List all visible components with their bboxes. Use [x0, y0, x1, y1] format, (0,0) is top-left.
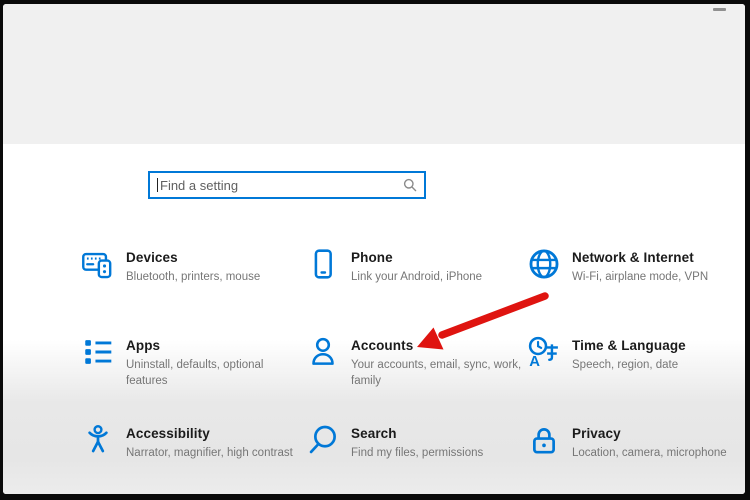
tile-privacy[interactable]: Privacy Location, camera, microphone	[527, 426, 745, 461]
tile-subtitle: Speech, region, date	[572, 357, 745, 373]
tile-subtitle: Location, camera, microphone	[572, 445, 745, 461]
tile-title: Accounts	[351, 338, 529, 354]
tile-title: Devices	[126, 250, 304, 266]
apps-list-icon	[81, 335, 115, 369]
tile-time-language[interactable]: A Time & Language Speech, region, date	[527, 338, 745, 373]
accessibility-person-icon	[81, 423, 115, 457]
tile-accounts[interactable]: Accounts Your accounts, email, sync, wor…	[306, 338, 529, 389]
tile-subtitle: Wi-Fi, airplane mode, VPN	[572, 269, 745, 285]
search-magnifier-icon	[306, 423, 340, 457]
tile-subtitle: Uninstall, defaults, optional features	[126, 357, 304, 389]
devices-icon	[81, 247, 115, 281]
settings-window: Devices Bluetooth, printers, mouse Phone…	[3, 4, 745, 494]
tile-devices[interactable]: Devices Bluetooth, printers, mouse	[81, 250, 304, 285]
tile-subtitle: Narrator, magnifier, high contrast	[126, 445, 304, 461]
tile-network-internet[interactable]: Network & Internet Wi-Fi, airplane mode,…	[527, 250, 745, 285]
tile-subtitle: Link your Android, iPhone	[351, 269, 529, 285]
privacy-lock-icon	[527, 423, 561, 457]
tile-title: Apps	[126, 338, 304, 354]
tile-title: Search	[351, 426, 529, 442]
tile-phone[interactable]: Phone Link your Android, iPhone	[306, 250, 529, 285]
tile-accessibility[interactable]: Accessibility Narrator, magnifier, high …	[81, 426, 304, 461]
tile-title: Privacy	[572, 426, 745, 442]
network-globe-icon	[527, 247, 561, 281]
text-caret	[157, 178, 158, 192]
settings-home-content: Devices Bluetooth, printers, mouse Phone…	[3, 144, 745, 494]
magnifier-icon	[403, 178, 417, 192]
tile-title: Time & Language	[572, 338, 745, 354]
tile-subtitle: Your accounts, email, sync, work, family	[351, 357, 529, 389]
find-a-setting-searchbox[interactable]	[148, 171, 426, 199]
tile-search[interactable]: Search Find my files, permissions	[306, 426, 529, 461]
tile-title: Accessibility	[126, 426, 304, 442]
time-language-icon: A	[527, 335, 561, 369]
tile-apps[interactable]: Apps Uninstall, defaults, optional featu…	[81, 338, 304, 389]
phone-icon	[306, 247, 340, 281]
search-input[interactable]	[150, 173, 424, 197]
tile-subtitle: Find my files, permissions	[351, 445, 529, 461]
top-gray-band	[3, 4, 745, 144]
tile-title: Phone	[351, 250, 529, 266]
tile-subtitle: Bluetooth, printers, mouse	[126, 269, 304, 285]
minimize-icon[interactable]	[713, 8, 726, 11]
accounts-person-icon	[306, 335, 340, 369]
tile-title: Network & Internet	[572, 250, 745, 266]
svg-text:A: A	[529, 354, 540, 369]
